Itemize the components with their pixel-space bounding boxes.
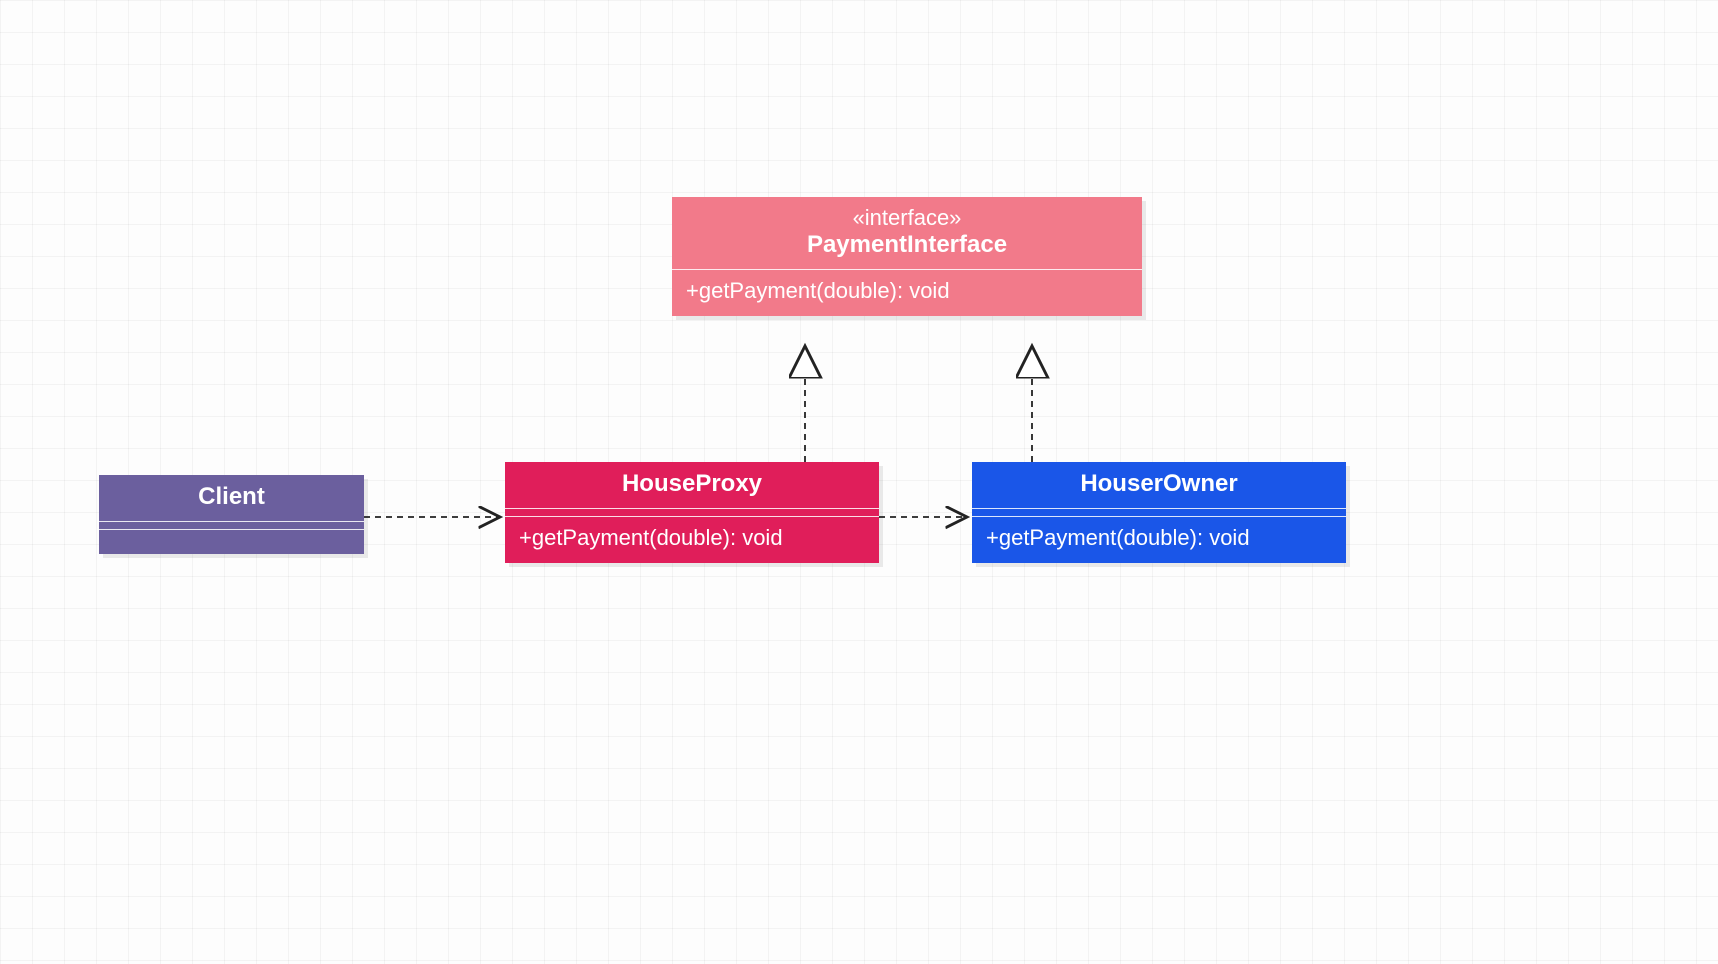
class-house-proxy[interactable]: HouseProxy +getPayment(double): void [505,462,879,563]
class-payment-interface[interactable]: «interface» PaymentInterface +getPayment… [672,197,1142,316]
operation: +getPayment(double): void [686,278,950,303]
class-attributes [972,509,1346,517]
class-name: PaymentInterface [807,231,1007,258]
stereotype-label: «interface» [686,205,1128,231]
class-name: HouserOwner [1080,470,1237,497]
class-attributes [505,509,879,517]
class-header: HouserOwner [972,462,1346,509]
class-houser-owner[interactable]: HouserOwner +getPayment(double): void [972,462,1346,563]
diagram-canvas: «interface» PaymentInterface +getPayment… [0,0,1718,964]
class-attributes [99,522,364,530]
operation: +getPayment(double): void [986,525,1250,550]
operation: +getPayment(double): void [519,525,783,550]
class-operations [99,530,364,554]
class-header: HouseProxy [505,462,879,509]
class-header: Client [99,475,364,522]
class-client[interactable]: Client [99,475,364,554]
class-name: Client [198,483,265,510]
class-operations: +getPayment(double): void [972,517,1346,563]
class-operations: +getPayment(double): void [505,517,879,563]
class-name: HouseProxy [622,470,762,497]
class-operations: +getPayment(double): void [672,270,1142,316]
class-header: «interface» PaymentInterface [672,197,1142,270]
